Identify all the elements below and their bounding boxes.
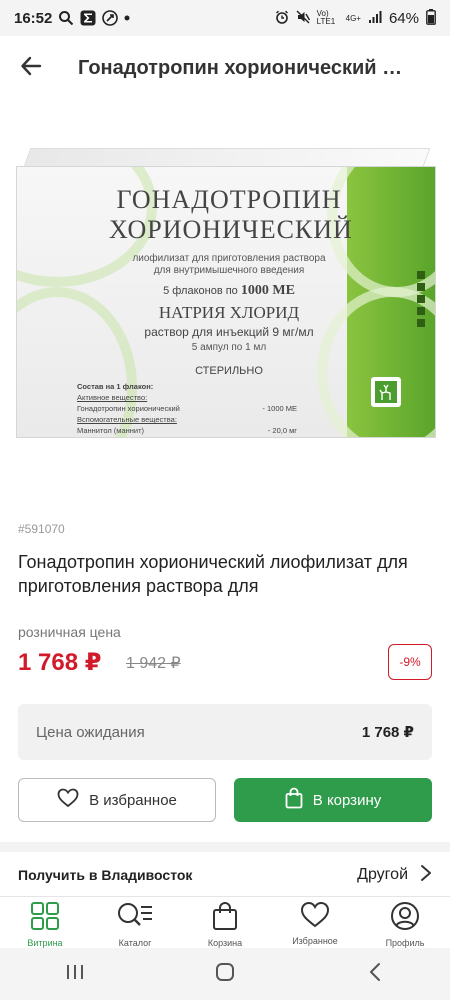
status-right-group: Vo) LTE1 4G+ 64% (275, 8, 436, 28)
price-label: розничная цена (18, 624, 121, 640)
system-navigation-bar (0, 948, 450, 1000)
add-to-cart-button[interactable]: В корзину (234, 778, 432, 822)
section-divider (0, 842, 450, 852)
package-name-line2: ХОРИОНИЧЕСКИЙ (109, 215, 353, 244)
product-package: ГОНАДОТРОПИН ХОРИОНИЧЕСКИЙ лиофилизат дл… (16, 148, 436, 440)
product-sku: #591070 (18, 522, 65, 536)
recents-icon (65, 963, 85, 986)
status-time: 16:52 (14, 9, 53, 27)
nav-label-favorites: Избранное (292, 936, 338, 946)
cart-label: В корзину (312, 791, 382, 809)
price-old: 1 942 ₽ (126, 655, 181, 672)
mute-icon (296, 10, 310, 27)
comp-active-row: Гонадотропин хорионический - 1000 МЕ (77, 403, 297, 414)
profile-icon (390, 901, 420, 936)
nav-label-profile: Профиль (385, 938, 425, 948)
wait-price-label: Цена ожидания (36, 723, 145, 741)
net-type-label: 4G+ (345, 13, 361, 23)
app-header: Гонадотропин хорионический лиофилизат дл… (0, 36, 450, 100)
battery-icon (426, 8, 436, 28)
catalog-search-icon (116, 901, 154, 936)
wait-price-row[interactable]: Цена ожидания 1 768 ₽ (18, 704, 432, 760)
sigma-app-icon (80, 10, 96, 26)
nav-label-catalog: Каталог (118, 938, 152, 948)
alarm-icon (275, 10, 289, 27)
nav-item-favorites[interactable]: Избранное (270, 897, 360, 948)
product-title: Гонадотропин хорионический лиофилизат дл… (18, 552, 408, 596)
package-solvent-name: НАТРИЯ ХЛОРИД (158, 303, 300, 322)
package-dose-value: 1000 МЕ (240, 283, 295, 298)
nav-item-showcase[interactable]: Витрина (0, 897, 90, 948)
nav-item-cart[interactable]: Корзина (180, 897, 270, 948)
heart-icon (300, 901, 330, 934)
package-sterile: СТЕРИЛЬНО (195, 365, 263, 377)
comp-aux-value: - 20,0 мг (267, 426, 297, 435)
product-image[interactable]: ГОНАДОТРОПИН ХОРИОНИЧЕСКИЙ лиофилизат дл… (0, 100, 450, 488)
delivery-city-row[interactable]: Получить в Владивосток Другой (18, 860, 432, 890)
nav-item-profile[interactable]: Профиль (360, 897, 450, 948)
back-button[interactable] (0, 36, 62, 100)
system-back-button[interactable] (345, 954, 405, 994)
discount-badge: -9% (388, 644, 432, 680)
bottom-navigation: Витрина Каталог Корзина Избранное Профил… (0, 896, 450, 948)
network-label: Vo) LTE1 (316, 9, 336, 26)
notification-dot-icon (124, 15, 130, 21)
chevron-left-icon (368, 962, 382, 987)
package-bars (417, 271, 425, 331)
package-composition: Состав на 1 флакон: Активное вещество: Г… (77, 381, 297, 436)
price-current: 1 768 ₽ (18, 649, 102, 676)
search-icon (58, 10, 74, 26)
comp-active-name: Гонадотропин хорионический (77, 404, 180, 413)
product-details: #591070 Гонадотропин хорионический лиофи… (0, 488, 450, 896)
battery-percent: 64% (388, 9, 419, 27)
package-ampoules: 5 ампул по 1 мл (191, 342, 267, 353)
bag-icon (212, 901, 238, 936)
package-desc2: для внутримышечного введения (153, 265, 305, 276)
comp-active-value: - 1000 МЕ (262, 404, 297, 413)
chevron-right-icon (420, 864, 432, 887)
comp-active: Активное вещество: (77, 393, 148, 402)
package-drug-name: ГОНАДОТРОПИН ХОРИОНИЧЕСКИЙ (109, 185, 353, 245)
add-to-favorites-button[interactable]: В избранное (18, 778, 216, 822)
comp-title: Состав на 1 флакон: (77, 382, 154, 391)
delivery-label: Получить в Владивосток (18, 867, 193, 883)
recent-apps-button[interactable] (45, 954, 105, 994)
package-desc1: лиофилизат для приготовления раствора (132, 253, 326, 264)
home-button[interactable] (195, 954, 255, 994)
comp-aux-row: Маннитол (маннит) - 20,0 мг (77, 425, 297, 436)
bag-icon (285, 787, 303, 813)
package-solvent-desc: раствор для инъекций 9 мг/мл (144, 325, 314, 339)
package-dose: 5 флаконов по 1000 МЕ (109, 283, 349, 299)
package-front: ГОНАДОТРОПИН ХОРИОНИЧЕСКИЙ лиофилизат дл… (16, 166, 436, 438)
arrow-left-icon (20, 55, 42, 82)
nav-label-showcase: Витрина (27, 938, 63, 948)
package-name-line1: ГОНАДОТРОПИН (116, 185, 342, 214)
nav-label-cart: Корзина (207, 938, 243, 948)
page-title: Гонадотропин хорионический лиофилизат дл… (78, 56, 412, 79)
change-city-link[interactable]: Другой (357, 864, 432, 887)
status-bar: 16:52 Vo) LTE1 4G+ 64% (0, 0, 450, 36)
package-dose-prefix: 5 флаконов по (163, 285, 238, 297)
heart-icon (57, 788, 79, 812)
wait-price-value: 1 768 ₽ (361, 724, 414, 741)
comp-aux-name: Маннитол (маннит) (77, 426, 145, 435)
change-city-label: Другой (357, 866, 408, 883)
app-circle-icon (102, 10, 119, 26)
nav-item-catalog[interactable]: Каталог (90, 897, 180, 948)
deer-logo-icon (371, 377, 401, 407)
favorites-label: В избранное (89, 791, 177, 809)
signal-icon (368, 10, 382, 27)
grid-icon (30, 901, 60, 936)
comp-aux: Вспомогательные вещества: (77, 415, 177, 424)
home-icon (215, 962, 235, 987)
